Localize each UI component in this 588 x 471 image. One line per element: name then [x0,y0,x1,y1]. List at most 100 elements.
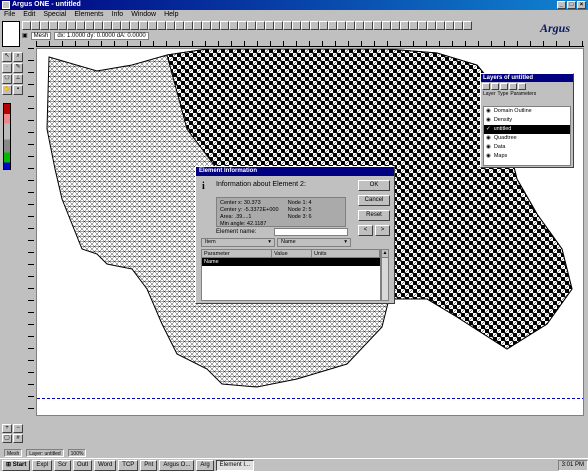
menu-window[interactable]: Window [131,10,156,20]
taskbar-item[interactable]: Word [94,459,117,471]
taskbar-item[interactable]: Expl [32,459,53,471]
toolbar-button-icon[interactable] [409,21,418,30]
toolbar-button-icon[interactable] [355,21,364,30]
taskbar-item[interactable]: Pnt [140,459,158,471]
layer-item-selected[interactable]: ✓ untitled [484,125,570,134]
close-button[interactable]: × [577,1,586,9]
toolbar-button-icon[interactable] [103,21,112,30]
tab-type[interactable]: Type [498,91,509,98]
toolbar-button-icon[interactable] [328,21,337,30]
toolbar-button-icon[interactable] [382,21,391,30]
prev-element-button[interactable]: < [358,225,373,236]
menu-info[interactable]: Info [112,10,124,20]
ok-button[interactable]: OK [358,180,390,191]
taskbar-item[interactable]: Outl [73,459,93,471]
menu-special[interactable]: Special [43,10,66,20]
toolbar-button-icon[interactable] [391,21,400,30]
toolbar-button-icon[interactable] [283,21,292,30]
menu-help[interactable]: Help [164,10,178,20]
maximize-button[interactable]: □ [567,1,576,9]
toolbar-button-icon[interactable] [310,21,319,30]
toolbar-button-icon[interactable] [427,21,436,30]
toolbar-button-icon[interactable] [463,21,472,30]
element-name-input[interactable] [274,228,348,236]
toolbar-button-icon[interactable] [184,21,193,30]
toolbar-button-icon[interactable] [256,21,265,30]
layer-item[interactable]: ◉ Quadtree [484,134,570,143]
overview-thumbnail[interactable] [2,21,20,47]
toolbar-button-icon[interactable] [202,21,211,30]
toolbar-button-icon[interactable] [346,21,355,30]
eye-icon[interactable]: ◉ [486,152,491,161]
pencil-tool-icon[interactable]: ✎ [13,63,23,73]
toolbar-button-icon[interactable] [67,21,76,30]
eye-icon[interactable]: ◉ [486,107,491,116]
layer-field[interactable]: Mesh [30,31,52,40]
grid-icon[interactable]: # [13,434,23,443]
layer-item[interactable]: ◉ Domain Outline [484,107,570,116]
toolbar-button-icon[interactable] [76,21,85,30]
column-value[interactable]: Value [272,250,312,258]
magnify-tool-icon[interactable]: ⌕ [13,52,23,62]
toolbar-button-icon[interactable] [265,21,274,30]
toolbar-button-icon[interactable] [301,21,310,30]
menu-file[interactable]: File [4,10,15,20]
toolbar-button-icon[interactable] [292,21,301,30]
layer-up-icon[interactable] [500,83,508,90]
toolbar-button-icon[interactable] [148,21,157,30]
toolbar-button-icon[interactable] [85,21,94,30]
menu-elements[interactable]: Elements [74,10,103,20]
delete-layer-icon[interactable] [491,83,499,90]
eye-icon[interactable]: ◉ [486,143,491,152]
arrow-tool-icon[interactable]: ↖ [2,52,12,62]
toolbar-button-icon[interactable] [40,21,49,30]
eye-icon[interactable]: ◉ [486,116,491,125]
cell-value[interactable] [272,258,312,266]
toolbar-button-icon[interactable] [121,21,130,30]
toolbar-button-icon[interactable] [22,21,31,30]
hand-tool-icon[interactable]: ✋ [2,85,12,95]
next-element-button[interactable]: > [375,225,390,236]
toolbar-button-icon[interactable] [274,21,283,30]
toolbar-button-icon[interactable] [454,21,463,30]
zoom-out-icon[interactable]: − [13,424,23,433]
toolbar-button-icon[interactable] [112,21,121,30]
toolbar-button-icon[interactable] [337,21,346,30]
toolbar-button-icon[interactable] [364,21,373,30]
tab-layer[interactable]: Layer [483,91,496,98]
ruler-tool-icon[interactable]: ⊥ [13,74,23,84]
taskbar-item[interactable]: Element I... [215,459,255,471]
toolbar-button-icon[interactable] [373,21,382,30]
toolbar-button-icon[interactable] [229,21,238,30]
taskbar-item[interactable]: Scr [54,459,72,471]
toolbar-button-icon[interactable] [130,21,139,30]
check-icon[interactable]: ✓ [486,125,491,134]
toolbar-button-icon[interactable] [58,21,67,30]
toolbar-button-icon[interactable] [166,21,175,30]
start-button[interactable]: ⊞ Start [2,459,31,471]
toolbar-button-icon[interactable] [418,21,427,30]
toolbar-button-icon[interactable] [238,21,247,30]
item-select[interactable]: Item ▾ [201,238,275,247]
cancel-button[interactable]: Cancel [358,195,390,206]
taskbar-item[interactable]: Arg [196,459,214,471]
toolbar-button-icon[interactable] [139,21,148,30]
toolbar-button-icon[interactable] [319,21,328,30]
toolbar-button-icon[interactable] [211,21,220,30]
tab-parameters[interactable]: Parameters [510,91,536,98]
column-parameter[interactable]: Parameter [202,250,272,258]
layer-item[interactable]: ◉ Data [484,143,570,152]
toolbar-button-icon[interactable] [193,21,202,30]
fit-icon[interactable]: ▢ [2,434,12,443]
layer-settings-icon[interactable] [518,83,526,90]
zoom-in-icon[interactable]: + [2,424,12,433]
scroll-up-icon[interactable]: ▲ [382,250,388,258]
node-tool-icon[interactable]: ▪ [13,85,23,95]
point-tool-icon[interactable]: · [2,63,12,73]
table-scrollbar[interactable]: ▲ [381,249,389,301]
toolbar-button-icon[interactable] [247,21,256,30]
toolbar-button-icon[interactable] [157,21,166,30]
toolbar-button-icon[interactable] [220,21,229,30]
polygon-tool-icon[interactable]: ⬠ [2,74,12,84]
toolbar-button-icon[interactable] [436,21,445,30]
